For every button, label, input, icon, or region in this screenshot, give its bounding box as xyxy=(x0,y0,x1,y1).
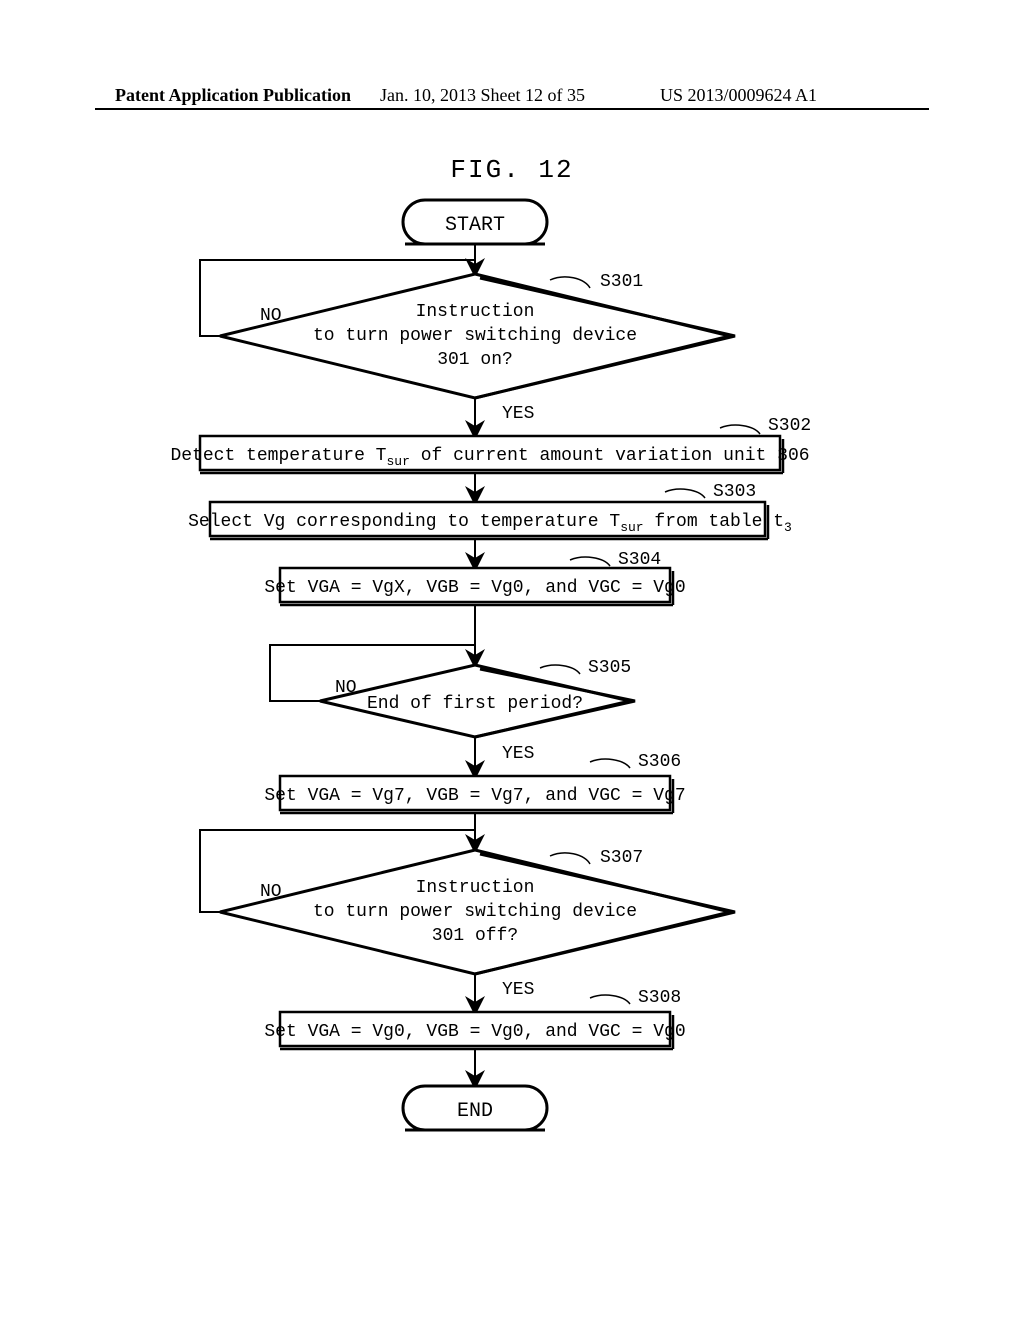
s307-line3: 301 off? xyxy=(432,926,518,946)
header-right: US 2013/0009624 A1 xyxy=(660,85,817,106)
s307-line1: Instruction xyxy=(416,878,535,898)
s303-tag: S303 xyxy=(713,482,756,502)
terminal-end: END xyxy=(403,1086,547,1130)
s301-tag: S301 xyxy=(600,272,643,292)
s305-text: End of first period? xyxy=(367,694,583,714)
s307-line2: to turn power switching device xyxy=(313,902,637,922)
s308-tag: S308 xyxy=(638,988,681,1008)
s304-text: Set VGA = VgX, VGB = Vg0, and VGC = Vg0 xyxy=(264,578,685,598)
page: Patent Application Publication Jan. 10, … xyxy=(0,0,1024,1320)
start-label: START xyxy=(445,214,505,237)
s302-text: Detect temperature Tsur of current amoun… xyxy=(170,446,809,469)
process-s303: Select Vg corresponding to temperature T… xyxy=(188,482,792,539)
s301-no: NO xyxy=(260,306,282,326)
flowchart: START Instruction to turn power switchin… xyxy=(110,190,910,1280)
header-rule xyxy=(95,108,929,110)
s307-no: NO xyxy=(260,882,282,902)
s307-tag: S307 xyxy=(600,848,643,868)
s301-line2: to turn power switching device xyxy=(313,326,637,346)
s306-text: Set VGA = Vg7, VGB = Vg7, and VGC = Vg7 xyxy=(264,786,685,806)
s306-tag: S306 xyxy=(638,752,681,772)
end-label: END xyxy=(457,1100,493,1123)
s301-yes: YES xyxy=(502,404,534,424)
s308-text: Set VGA = Vg0, VGB = Vg0, and VGC = Vg0 xyxy=(264,1022,685,1042)
process-s302: Detect temperature Tsur of current amoun… xyxy=(170,416,811,473)
decision-s307: Instruction to turn power switching devi… xyxy=(220,848,735,974)
s302-tag: S302 xyxy=(768,416,811,436)
s304-tag: S304 xyxy=(618,550,661,570)
s305-tag: S305 xyxy=(588,658,631,678)
terminal-start: START xyxy=(403,200,547,244)
decision-s301: Instruction to turn power switching devi… xyxy=(220,272,735,398)
header-left: Patent Application Publication xyxy=(115,85,351,106)
s307-yes: YES xyxy=(502,980,534,1000)
s301-line3: 301 on? xyxy=(437,350,513,370)
s303-text: Select Vg corresponding to temperature T… xyxy=(188,512,792,535)
s305-yes: YES xyxy=(502,744,534,764)
s301-line1: Instruction xyxy=(416,302,535,322)
decision-s305: End of first period? S305 xyxy=(320,658,635,737)
header-center: Jan. 10, 2013 Sheet 12 of 35 xyxy=(380,85,585,106)
figure-number: FIG. 12 xyxy=(0,155,1024,185)
s305-no: NO xyxy=(335,678,357,698)
